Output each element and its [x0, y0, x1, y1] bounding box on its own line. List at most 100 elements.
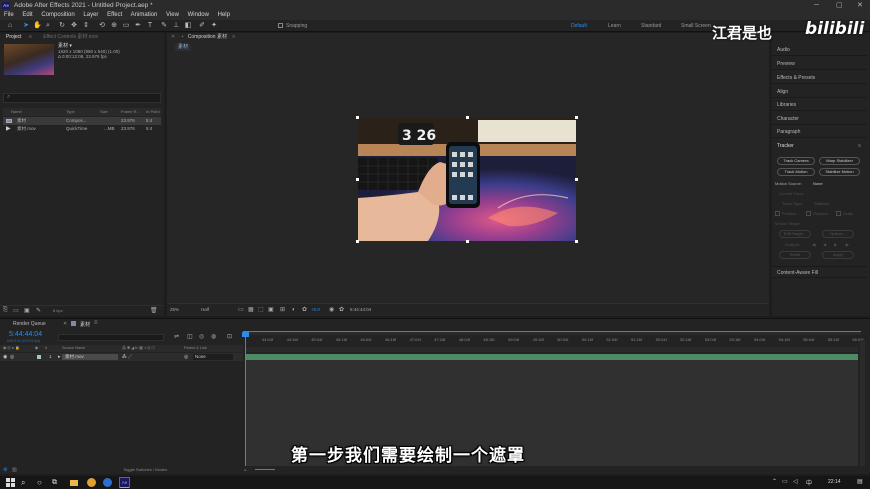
graph-editor-icon[interactable]: ⊡ [227, 333, 232, 340]
warp-stabilizer-button[interactable]: Warp Stabilizer [819, 157, 860, 165]
draft-3d-icon[interactable]: ◫ [187, 333, 193, 340]
start-icon[interactable] [6, 478, 15, 487]
panel-tracker[interactable]: Tracker ≡ [772, 140, 867, 152]
time-navigator[interactable] [243, 331, 861, 335]
pan-tool-icon[interactable]: ✥ [70, 22, 78, 30]
panel-audio[interactable]: Audio [772, 44, 867, 56]
label-color-swatch[interactable] [37, 355, 41, 359]
parent-link-header[interactable]: Parent & Link [184, 345, 207, 352]
layer-name[interactable]: 素材.mov [62, 354, 118, 360]
rectangle-tool-icon[interactable]: ▭ [122, 22, 130, 30]
hand-tool-icon[interactable]: ✋ [33, 22, 42, 30]
work-area-bar[interactable] [245, 347, 858, 352]
position-checkbox[interactable] [775, 211, 780, 216]
puppet-tool-icon[interactable]: ✦ [210, 22, 218, 30]
clock[interactable]: 22:14 [828, 479, 841, 485]
analyze-forward-frame-icon[interactable]: |▶ [845, 242, 849, 247]
source-name-header[interactable]: Source Name [62, 345, 85, 352]
current-time-display[interactable]: 5:44:44:04 [9, 331, 42, 338]
comp-subtab[interactable]: 素材 [175, 44, 192, 51]
pan-behind-tool-icon[interactable]: ⊕ [110, 22, 118, 30]
color-channel-icon[interactable]: ◐ [292, 304, 296, 316]
region-of-interest-icon[interactable]: ▭ [238, 304, 244, 316]
effect-controls-tab[interactable]: Effect Controls 素材.mov [43, 34, 98, 40]
grid-icon[interactable]: ▣ [268, 304, 274, 316]
network-icon[interactable]: ▭ [782, 478, 788, 485]
minimize-icon[interactable]: ─ [814, 0, 819, 11]
comp-preview-image[interactable]: 3 26 [358, 118, 576, 241]
cortana-icon[interactable]: ○ [37, 478, 46, 487]
transform-handle[interactable] [466, 240, 469, 243]
zoom-dropdown[interactable]: 25% [170, 304, 179, 316]
panel-effects-presets[interactable]: Effects & Presets [772, 72, 867, 84]
pen-tool-icon[interactable]: ✒ [134, 22, 142, 30]
panel-menu-icon[interactable]: ≡ [232, 34, 235, 40]
workspace-default[interactable]: Default [571, 23, 587, 29]
panel-menu-icon[interactable]: ≡ [29, 34, 32, 40]
volume-icon[interactable]: ◁ [793, 478, 798, 485]
comp-mini-flowchart-icon[interactable]: ⇌ [174, 333, 179, 340]
panel-character[interactable]: Character [772, 113, 867, 125]
menu-window[interactable]: Window [188, 12, 209, 18]
brush-tool-icon[interactable]: ✎ [160, 22, 168, 30]
transform-handle[interactable] [356, 116, 359, 119]
eraser-tool-icon[interactable]: ◧ [184, 22, 192, 30]
roto-brush-tool-icon[interactable]: ✐ [198, 22, 206, 30]
timeline-search-input[interactable] [58, 334, 164, 341]
project-tab[interactable]: Project [6, 34, 22, 40]
maximize-icon[interactable]: ▢ [836, 0, 843, 11]
panel-preview[interactable]: Preview [772, 58, 867, 70]
browser-icon[interactable] [87, 478, 96, 487]
col-name[interactable]: Name [11, 108, 22, 116]
menu-composition[interactable]: Composition [41, 12, 74, 18]
panel-libraries[interactable]: Libraries [772, 99, 867, 111]
col-in-point[interactable]: In Point [146, 108, 160, 116]
motion-source-dropdown[interactable]: None [813, 181, 823, 186]
col-frame-rate[interactable]: Frame R... [121, 108, 140, 116]
menu-layer[interactable]: Layer [83, 12, 98, 18]
rotation-tool-icon[interactable]: ⟲ [98, 22, 106, 30]
project-search-input[interactable]: ⌕ [3, 93, 161, 103]
after-effects-taskbar-icon[interactable]: Ae [119, 477, 130, 488]
menu-help[interactable]: Help [218, 12, 230, 18]
panel-menu-icon[interactable]: ≡ [94, 320, 98, 326]
workspace-learn[interactable]: Learn [608, 23, 621, 29]
lock-icon[interactable]: ▪ [182, 34, 184, 40]
transform-handle[interactable] [356, 240, 359, 243]
transform-handle[interactable] [575, 178, 578, 181]
pickwhip-icon[interactable]: ◎ [184, 353, 188, 361]
exposure-icon[interactable]: ✿ [302, 304, 307, 316]
track-camera-button[interactable]: Track Camera [777, 157, 815, 165]
col-type[interactable]: Type [66, 108, 75, 116]
menu-edit[interactable]: Edit [22, 12, 32, 18]
transform-handle[interactable] [356, 178, 359, 181]
dolly-tool-icon[interactable]: ⇕ [82, 22, 90, 30]
interpret-footage-icon[interactable]: ⎘ [3, 307, 8, 314]
notifications-icon[interactable]: ▤ [857, 478, 863, 485]
audio-toggle-icon[interactable]: ◎ [10, 353, 14, 361]
analyze-backward-icon[interactable]: ◀ [823, 242, 826, 247]
analyze-back-frame-icon[interactable]: ◀| [812, 242, 816, 247]
layer-switches-icon[interactable]: ⁂ ／ [122, 353, 132, 361]
close-tab-icon[interactable]: ✕ [63, 321, 67, 327]
col-size[interactable]: Size [100, 108, 108, 116]
settings-icon[interactable]: ✎ [36, 307, 41, 314]
zoom-out-icon[interactable]: ▵ [244, 466, 247, 474]
zoom-slider[interactable] [255, 469, 275, 470]
render-time-icon[interactable]: ⚙ [3, 466, 7, 474]
project-row-comp[interactable]: 素材 Compos... 23.976 5:4 [3, 117, 161, 125]
tray-icons[interactable]: ⌃ [772, 478, 777, 485]
timeline-comp-tab[interactable]: 素材 [80, 321, 90, 328]
playhead-handle[interactable] [242, 332, 249, 337]
composition-tab[interactable]: Composition 素材 [188, 34, 227, 40]
timeline-scrollbar[interactable] [860, 340, 865, 468]
edit-target-button[interactable]: Edit Target... [779, 230, 811, 238]
type-tool-icon[interactable]: T [146, 22, 154, 30]
panel-content-aware-fill[interactable]: Content-Aware Fill [772, 266, 867, 278]
rotation-checkbox[interactable] [806, 211, 811, 216]
new-comp-icon[interactable]: ▣ [24, 307, 30, 314]
bpc-label[interactable]: 8 bpc [53, 308, 63, 313]
menu-animation[interactable]: Animation [131, 12, 158, 18]
playhead[interactable] [245, 332, 246, 474]
comp-timecode[interactable]: 5:44:44:04 [350, 304, 371, 316]
